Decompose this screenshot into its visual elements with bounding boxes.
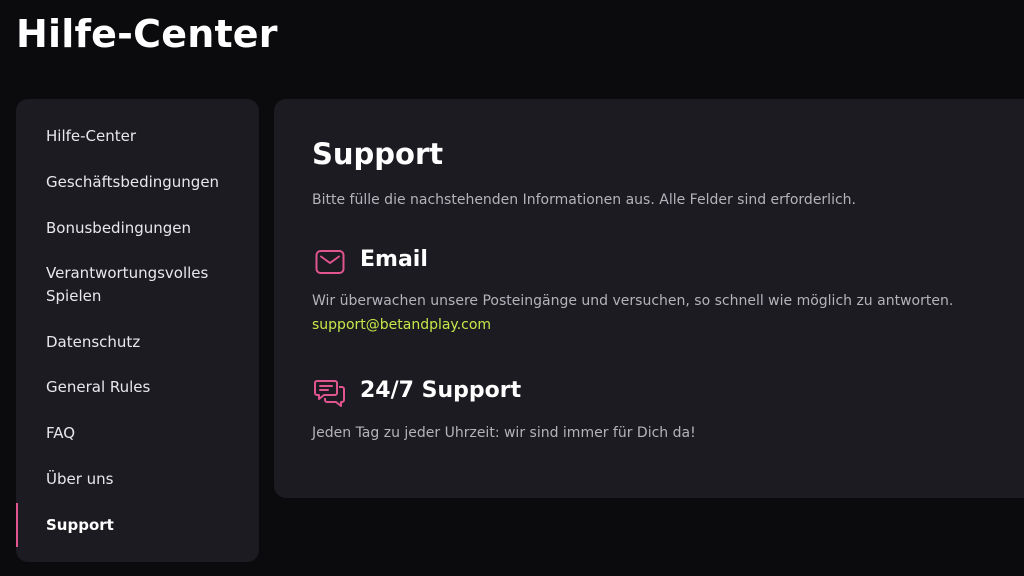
sidebar-item-general-rules[interactable]: General Rules — [16, 376, 259, 399]
support-email-link[interactable]: support@betandplay.com — [312, 317, 491, 333]
email-description: Wir überwachen unsere Posteingänge und v… — [312, 293, 954, 309]
mail-icon — [315, 250, 345, 274]
sidebar-item-ueber-uns[interactable]: Über uns — [16, 468, 259, 491]
support-panel: Support Bitte fülle die nachstehenden In… — [274, 99, 1024, 498]
support247-description: Jeden Tag zu jeder Uhrzeit: wir sind imm… — [312, 425, 696, 441]
sidebar-item-hilfe-center[interactable]: Hilfe-Center — [16, 125, 259, 148]
sidebar-item-support[interactable]: Support — [16, 514, 259, 537]
sidebar-item-bonusbedingungen[interactable]: Bonusbedingungen — [16, 217, 259, 240]
sidebar-item-faq[interactable]: FAQ — [16, 422, 259, 445]
page-title: Hilfe-Center — [16, 12, 278, 56]
intro-text: Bitte fülle die nachstehenden Informatio… — [312, 192, 856, 208]
email-heading: Email — [360, 247, 428, 272]
sidebar-item-datenschutz[interactable]: Datenschutz — [16, 331, 259, 354]
chat-icon — [314, 380, 345, 407]
support247-heading: 24/7 Support — [360, 378, 522, 403]
sidebar-item-geschaeftsbedingungen[interactable]: Geschäftsbedingungen — [16, 171, 259, 194]
support-title: Support — [312, 137, 444, 171]
help-center-page: Hilfe-Center Hilfe-Center Geschäftsbedin… — [0, 0, 1024, 576]
sidebar-nav: Hilfe-Center Geschäftsbedingungen Bonusb… — [16, 99, 259, 562]
sidebar-item-verantwortungsvolles-spielen[interactable]: Verantwortungsvolles Spielen — [16, 262, 216, 308]
